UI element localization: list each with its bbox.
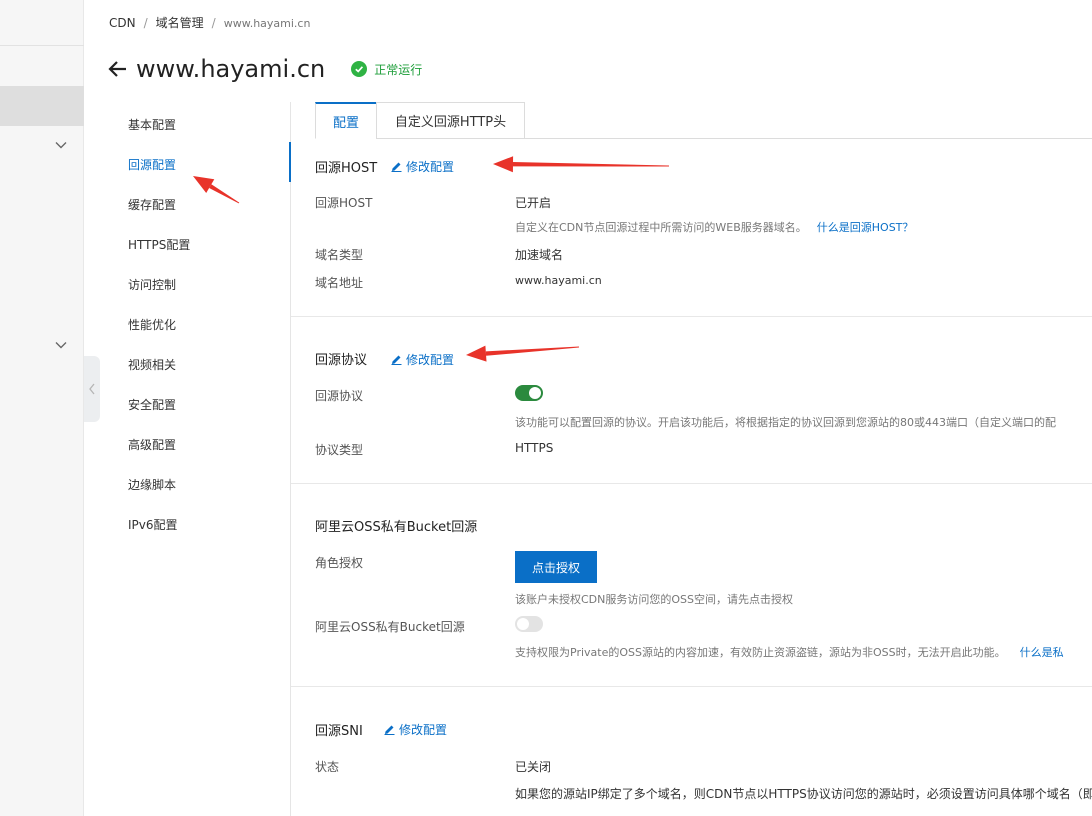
field-value-protocol-type: HTTPS — [515, 441, 554, 455]
field-label-domain-address: 域名地址 — [315, 276, 364, 290]
edit-label: 修改配置 — [406, 160, 455, 174]
config-subnav: 基本配置 回源配置 缓存配置 HTTPS配置 访问控制 性能优化 视频相关 安全… — [108, 102, 291, 816]
field-label-origin-protocol: 回源协议 — [315, 389, 364, 403]
chevron-down-icon[interactable] — [54, 338, 68, 352]
chevron-down-icon[interactable] — [54, 138, 68, 152]
annotation-arrow-protocol-shaft — [485, 346, 580, 356]
annotation-arrow-protocol-head — [466, 345, 487, 362]
status-text: 正常运行 — [374, 62, 423, 77]
authorize-help: 该账户未授权CDN服务访问您的OSS空间，请先点击授权 — [515, 593, 794, 606]
subnav-item-performance[interactable]: 性能优化 — [128, 316, 176, 333]
annotation-arrow-host-head — [493, 156, 514, 173]
field-label-role-authorization: 角色授权 — [315, 556, 364, 570]
edit-origin-protocol-link[interactable]: 修改配置 — [391, 351, 454, 368]
subnav-item-basic[interactable]: 基本配置 — [128, 116, 176, 133]
origin-protocol-help: 该功能可以配置回源的协议。开启该功能后，将根据指定的协议回源到您源站的80或44… — [515, 416, 1056, 429]
check-circle-icon — [351, 61, 368, 77]
oss-bucket-origin-toggle[interactable] — [515, 616, 543, 632]
edit-label: 修改配置 — [399, 723, 448, 737]
breadcrumb-current: www.hayami.cn — [223, 17, 311, 30]
oss-bucket-help: 支持权限为Private的OSS源站的内容加速，有效防止资源盗链，源站为非OSS… — [515, 644, 1064, 660]
field-label-origin-host: 回源HOST — [315, 196, 373, 210]
origin-host-help-text: 自定义在CDN节点回源过程中所需访问的WEB服务器域名。 — [515, 221, 807, 234]
breadcrumb-separator: / — [143, 16, 148, 30]
breadcrumb: CDN / 域名管理 / www.hayami.cn — [109, 14, 310, 31]
subnav-active-indicator — [289, 142, 291, 182]
field-label-oss-bucket-origin: 阿里云OSS私有Bucket回源 — [315, 620, 465, 634]
sni-help: 如果您的源站IP绑定了多个域名，则CDN节点以HTTPS协议访问您的源站时，必须… — [515, 787, 1092, 801]
subnav-item-video[interactable]: 视频相关 — [128, 356, 176, 373]
origin-host-help: 自定义在CDN节点回源过程中所需访问的WEB服务器域名。 什么是回源HOST？ — [515, 219, 913, 235]
breadcrumb-domain-management[interactable]: 域名管理 — [156, 16, 204, 30]
section-title-oss-private-bucket: 阿里云OSS私有Bucket回源 — [315, 520, 478, 535]
page-header: www.hayami.cn 正常运行 — [106, 55, 422, 83]
sidebar-selected-item[interactable] — [0, 86, 84, 126]
section-title-origin-protocol: 回源协议 — [315, 353, 368, 368]
tab-config[interactable]: 配置 — [315, 102, 377, 139]
breadcrumb-separator: / — [211, 16, 216, 30]
edit-icon — [391, 162, 402, 172]
status-badge: 正常运行 — [351, 61, 422, 78]
subnav-item-ipv6[interactable]: IPv6配置 — [128, 516, 178, 533]
field-label-domain-type: 域名类型 — [315, 248, 364, 262]
edit-label: 修改配置 — [406, 353, 455, 367]
authorize-button[interactable]: 点击授权 — [515, 551, 597, 583]
field-value-sni-state: 已关闭 — [515, 760, 552, 774]
tab-custom-http-header[interactable]: 自定义回源HTTP头 — [376, 102, 525, 139]
section-divider — [291, 316, 1092, 317]
subnav-item-https[interactable]: HTTPS配置 — [128, 236, 190, 253]
config-tabs: 配置 自定义回源HTTP头 — [315, 102, 1092, 139]
section-title-origin-sni: 回源SNI — [315, 724, 363, 739]
edit-icon — [391, 355, 402, 365]
chevron-left-icon — [89, 383, 95, 395]
subnav-item-edge-script[interactable]: 边缘脚本 — [128, 476, 176, 493]
sidebar-divider — [0, 45, 84, 46]
section-divider — [291, 483, 1092, 484]
section-title-origin-host: 回源HOST — [315, 161, 378, 176]
origin-protocol-toggle[interactable] — [515, 385, 543, 401]
field-value-domain-address: www.hayami.cn — [515, 274, 602, 287]
subnav-item-advanced[interactable]: 高级配置 — [128, 436, 176, 453]
annotation-arrow-host-shaft — [512, 162, 670, 167]
sidebar-collapse-handle[interactable] — [84, 356, 100, 422]
subnav-item-security[interactable]: 安全配置 — [128, 396, 176, 413]
edit-origin-sni-link[interactable]: 修改配置 — [384, 721, 447, 738]
field-value-domain-type: 加速域名 — [515, 248, 564, 262]
back-arrow-icon[interactable] — [106, 57, 130, 81]
what-is-origin-host-link[interactable]: 什么是回源HOST？ — [817, 221, 914, 234]
subnav-item-cache[interactable]: 缓存配置 — [128, 196, 176, 213]
what-is-private-link[interactable]: 什么是私 — [1020, 646, 1064, 659]
field-value-origin-host: 已开启 — [515, 196, 552, 210]
edit-origin-host-link[interactable]: 修改配置 — [391, 158, 454, 175]
subnav-item-access-control[interactable]: 访问控制 — [128, 276, 176, 293]
toggle-knob — [529, 387, 541, 399]
global-sidebar — [0, 0, 84, 816]
edit-icon — [384, 725, 395, 735]
toggle-knob — [517, 618, 529, 630]
field-label-sni-state: 状态 — [315, 760, 340, 774]
subnav-item-origin[interactable]: 回源配置 — [128, 156, 176, 173]
oss-bucket-help-text: 支持权限为Private的OSS源站的内容加速，有效防止资源盗链，源站为非OSS… — [515, 646, 1006, 659]
page-title: www.hayami.cn — [136, 55, 326, 83]
field-label-protocol-type: 协议类型 — [315, 443, 364, 457]
section-divider — [291, 686, 1092, 687]
breadcrumb-cdn[interactable]: CDN — [109, 16, 136, 30]
